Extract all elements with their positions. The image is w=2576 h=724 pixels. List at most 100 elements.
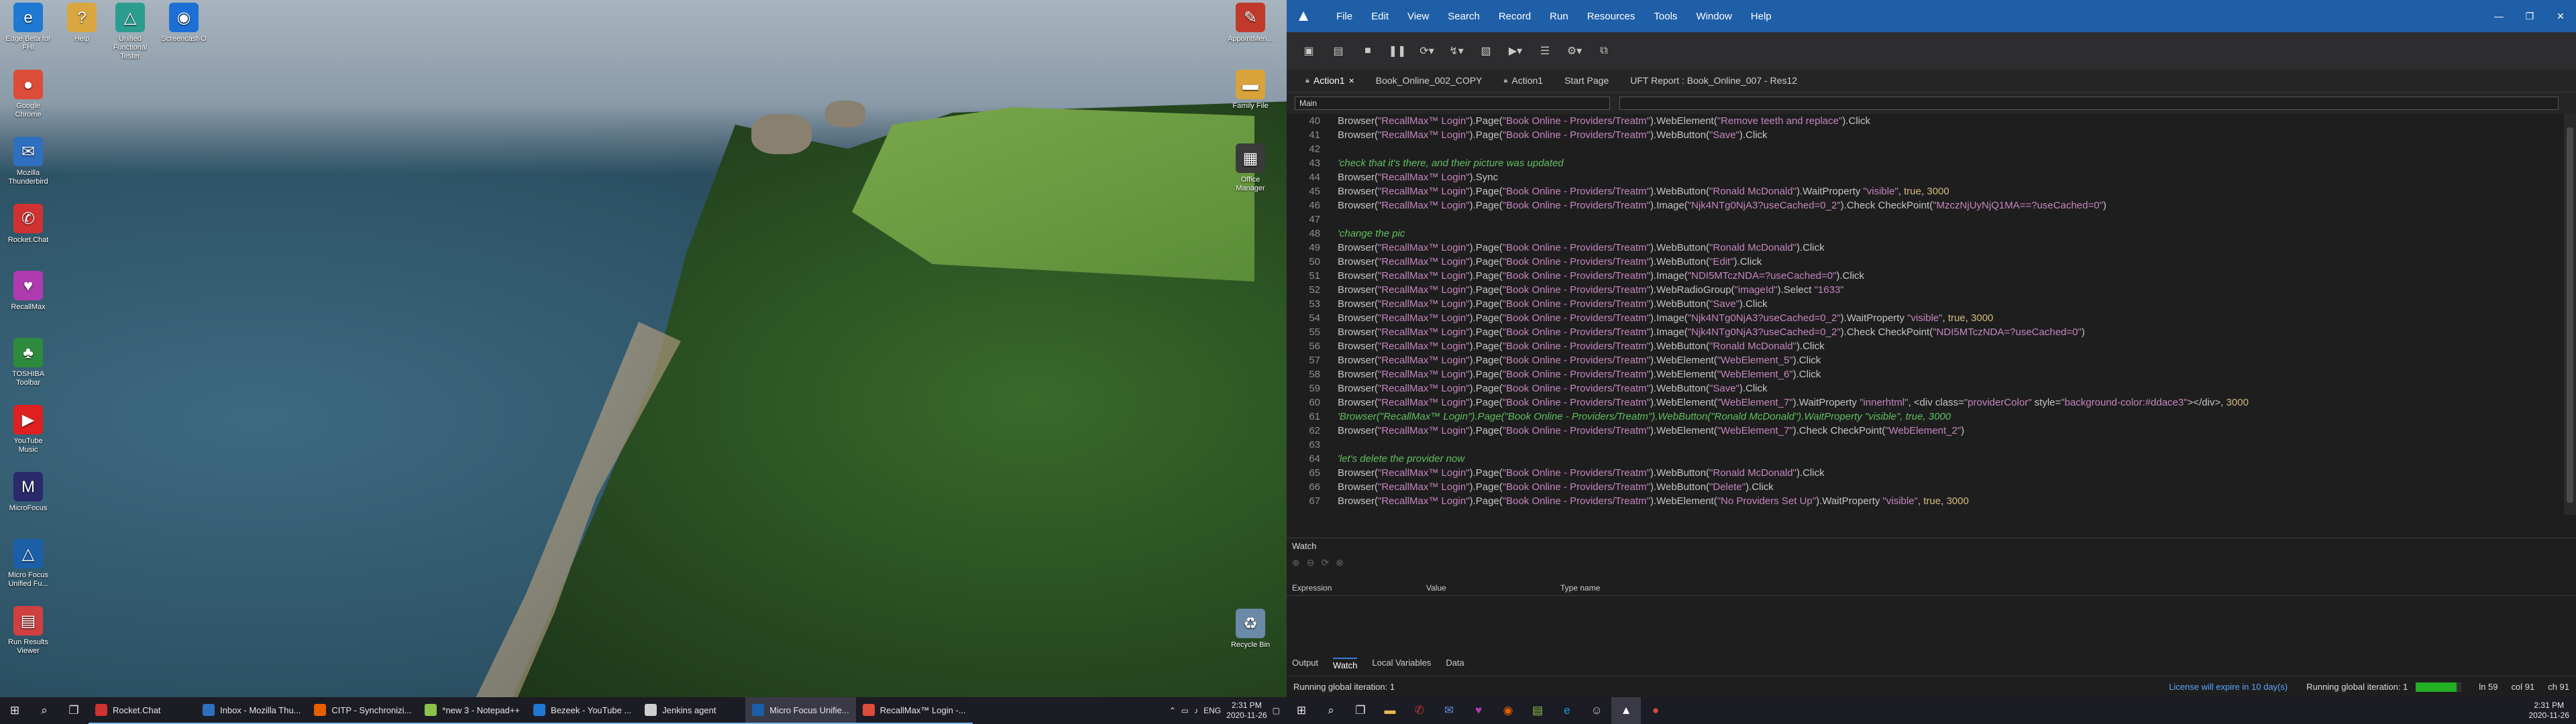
network-icon[interactable]: ▭ (1181, 706, 1189, 715)
desktop-shortcut[interactable]: ▬ Family File (1228, 70, 1273, 111)
code-editor[interactable]: 40 Browser("RecallMax™ Login").Page("Book… (1287, 114, 2564, 515)
panel-tab-output[interactable]: Output (1292, 658, 1318, 670)
desktop-shortcut[interactable]: ▶ YouTube Music (5, 405, 51, 455)
desktop-shortcut[interactable]: △ Unified Functional Tester (107, 3, 153, 61)
language-indicator[interactable]: ENG (1203, 706, 1221, 715)
taskbar-app-button[interactable]: RecallMax™ Login -... (855, 697, 973, 724)
desktop-shortcut[interactable]: ▤ Run Results Viewer (5, 606, 51, 656)
menu-item-record[interactable]: Record (1489, 11, 1540, 22)
notification-icon[interactable]: ▢ (1273, 706, 1280, 715)
uft-taskbar-icon[interactable]: ▲ (1611, 697, 1641, 724)
remove-watch-icon[interactable]: ⊖ (1307, 557, 1315, 568)
stop-icon[interactable]: ■ (1355, 40, 1381, 62)
desktop-shortcut[interactable]: ◉ Screencast-O (161, 3, 207, 44)
clock-right[interactable]: 2:31 PM 2020-11-26 (2529, 701, 2570, 721)
desktop-shortcut[interactable]: ? Help (59, 3, 105, 44)
document-tab[interactable]: 🔒︎ Action1 × (1295, 75, 1365, 92)
list-icon[interactable]: ☰ (1532, 40, 1558, 62)
editor-scrollbar-thumb[interactable] (2567, 127, 2573, 503)
chrome-icon[interactable]: ● (1641, 697, 1670, 724)
taskbar-app-button[interactable]: Inbox - Mozilla Thu... (196, 697, 308, 724)
menu-item-help[interactable]: Help (1741, 11, 1781, 22)
minimize-icon[interactable]: — (2483, 11, 2514, 22)
close-icon[interactable]: ✕ (2545, 11, 2576, 22)
thunderbird-icon[interactable]: ✉ (1434, 697, 1464, 724)
document-tab[interactable]: UFT Report : Book_Online_007 - Res12 (1619, 75, 1808, 92)
desktop-shortcut[interactable]: ✉ Mozilla Thunderbird (5, 137, 51, 186)
search-icon[interactable]: ⌕ (1316, 697, 1346, 724)
document-tab[interactable]: 🔒︎ Action1 (1493, 75, 1554, 92)
taskbar-app-button[interactable]: Rocket.Chat (89, 697, 196, 724)
menu-item-tools[interactable]: Tools (1644, 11, 1686, 22)
scope-bar: Main (1287, 93, 2576, 114)
task-view-icon[interactable]: ❐ (59, 697, 89, 724)
watch-column-type-name[interactable]: Type name (1555, 583, 1756, 593)
uft-logo-icon[interactable]: ▲ (1293, 6, 1313, 26)
document-tab[interactable]: Book_Online_002_COPY (1365, 75, 1493, 92)
tab-close-icon[interactable]: × (1349, 75, 1354, 86)
scope-left-select[interactable]: Main (1295, 97, 1610, 110)
refresh-watch-icon[interactable]: ⟳ (1321, 557, 1329, 568)
step-into-icon[interactable]: ⟳▾ (1414, 40, 1440, 62)
app-icon (425, 704, 437, 716)
taskbar-app-button[interactable]: *new 3 - Notepad++ (418, 697, 527, 724)
clock-left[interactable]: 2:31 PM 2020-11-26 (1226, 701, 1267, 721)
taskbar-app-button[interactable]: CITP - Synchronizi... (307, 697, 419, 724)
save-all-icon[interactable]: ▤ (1326, 40, 1351, 62)
menu-item-window[interactable]: Window (1686, 11, 1741, 22)
step-over-icon[interactable]: ↯▾ (1444, 40, 1469, 62)
menu-item-resources[interactable]: Resources (1578, 11, 1645, 22)
desktop-shortcut[interactable]: ▦ Office Manager (1228, 143, 1273, 193)
menu-item-edit[interactable]: Edit (1362, 11, 1398, 22)
menu-item-view[interactable]: View (1398, 11, 1438, 22)
search-icon[interactable]: ⌕ (30, 697, 59, 724)
desktop-shortcut[interactable]: ♻ Recycle Bin (1228, 609, 1273, 650)
desktop-shortcut[interactable]: ♣ TOSHIBA Toolbar (5, 338, 51, 387)
add-watch-icon[interactable]: ⊕ (1292, 557, 1300, 568)
watch-title: Watch (1292, 540, 1317, 551)
taskbar-app-button[interactable]: Jenkins agent (638, 697, 746, 724)
watch-column-value[interactable]: Value (1421, 583, 1555, 593)
notepad-icon[interactable]: ▤ (1523, 697, 1552, 724)
file-explorer-icon[interactable]: ▬ (1375, 697, 1405, 724)
start-icon[interactable]: ⊞ (0, 697, 30, 724)
task-view-icon[interactable]: ❐ (1346, 697, 1375, 724)
recallmax-icon[interactable]: ♥ (1464, 697, 1493, 724)
tray-overflow-icon[interactable]: ⌃ (1169, 706, 1176, 715)
panel-tab-watch[interactable]: Watch (1333, 658, 1358, 670)
volume-icon[interactable]: ♪ (1194, 706, 1198, 715)
uft-title-bar: ▲ File Edit View Search Record Run Resources To… (1287, 0, 2576, 32)
desktop-shortcut[interactable]: ✆ Rocket.Chat (5, 204, 51, 245)
panel-tab-data[interactable]: Data (1446, 658, 1464, 670)
pause-icon[interactable]: ❚❚ (1385, 40, 1410, 62)
desktop-shortcut[interactable]: △ Micro Focus Unified Fu... (5, 539, 51, 589)
scope-right-select[interactable] (1619, 97, 2559, 110)
object-repository-icon[interactable]: ⧉ (1591, 40, 1617, 62)
desktop-shortcut[interactable]: ✎ AppointMen... (1228, 3, 1273, 44)
license-notice[interactable]: License will expire in 10 day(s) (2169, 682, 2288, 692)
run-icon[interactable]: ▶▾ (1503, 40, 1528, 62)
menu-item-search[interactable]: Search (1438, 11, 1489, 22)
clear-watch-icon[interactable]: ⊗ (1336, 557, 1344, 568)
restore-icon[interactable]: ❐ (2514, 11, 2545, 22)
jenkins-icon[interactable]: ☺ (1582, 697, 1611, 724)
desktop-shortcut[interactable]: ● Google Chrome (5, 70, 51, 119)
desktop-shortcut[interactable]: e Edge Beta for FHI (5, 3, 51, 52)
panel-tab-local-variables[interactable]: Local Variables (1372, 658, 1431, 670)
desktop-shortcut[interactable]: M MicroFocus (5, 472, 51, 513)
start-icon[interactable]: ⊞ (1287, 697, 1316, 724)
edge-icon[interactable]: e (1552, 697, 1582, 724)
save-icon[interactable]: ▣ (1296, 40, 1322, 62)
clear-icon[interactable]: ▧ (1473, 40, 1499, 62)
settings-icon[interactable]: ⚙▾ (1562, 40, 1587, 62)
rocket-chat-icon[interactable]: ✆ (1405, 697, 1434, 724)
firefox-icon[interactable]: ◉ (1493, 697, 1523, 724)
watch-column-expression[interactable]: Expression (1287, 583, 1421, 593)
menu-item-file[interactable]: File (1327, 11, 1362, 22)
document-tab[interactable]: Start Page (1554, 75, 1619, 92)
taskbar-app-button[interactable]: Micro Focus Unifie... (745, 697, 856, 724)
menu-item-run[interactable]: Run (1540, 11, 1578, 22)
desktop-shortcut[interactable]: ♥ RecallMax (5, 271, 51, 312)
editor-scrollbar[interactable] (2564, 114, 2576, 515)
taskbar-app-button[interactable]: Bezeek - YouTube ... (527, 697, 639, 724)
